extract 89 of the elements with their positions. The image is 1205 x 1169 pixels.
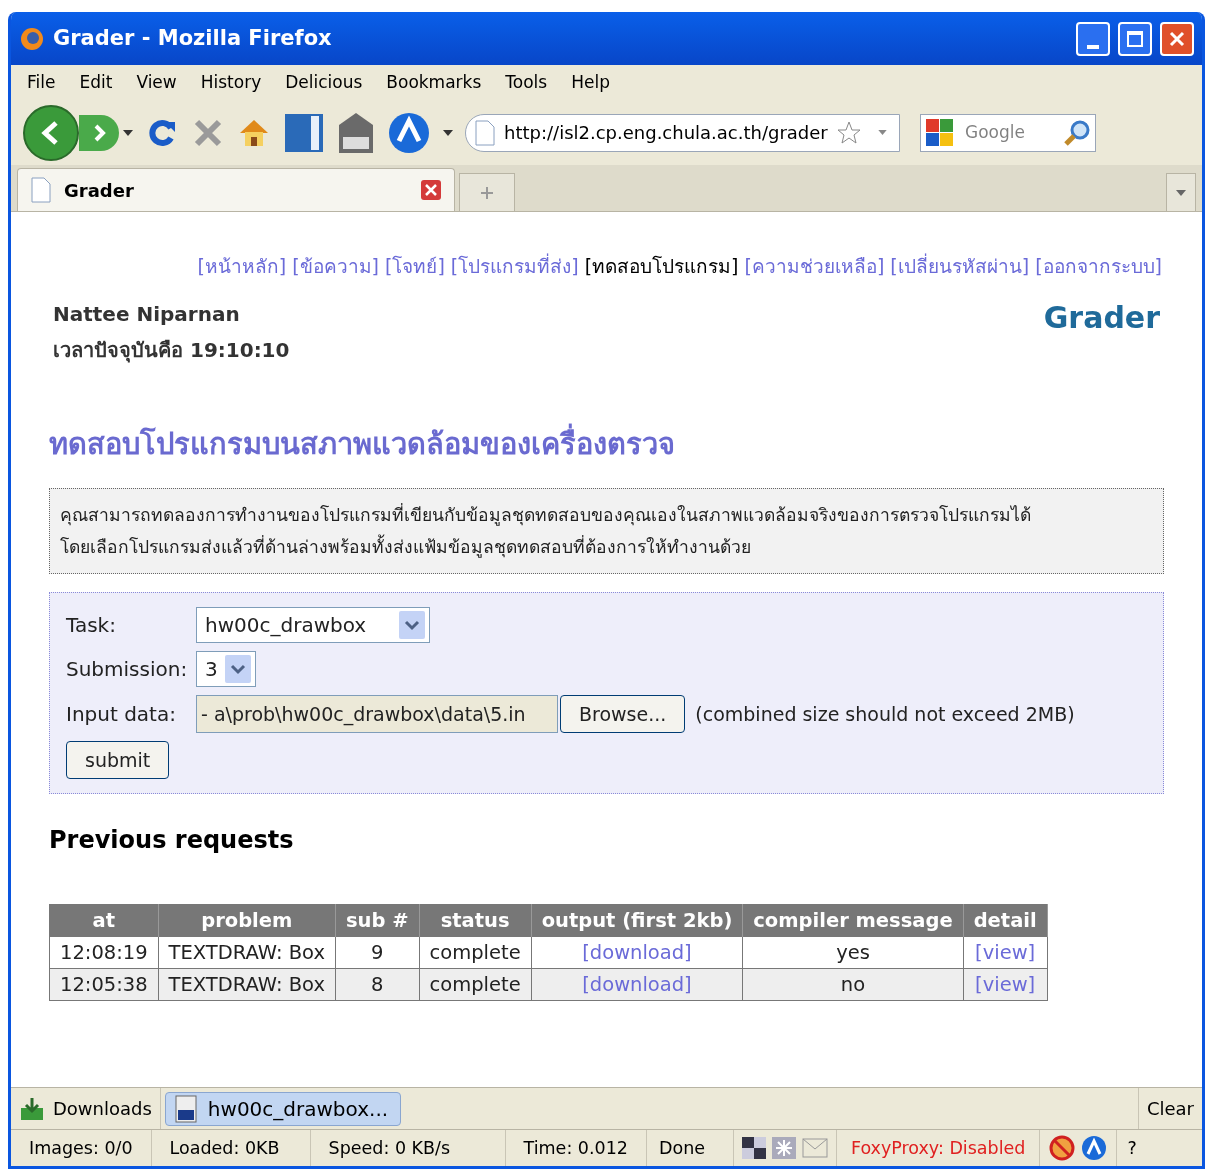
table-cell: complete <box>429 972 521 996</box>
proxy-status[interactable]: FoxyProxy: Disabled <box>836 1134 1040 1162</box>
page-icon <box>474 119 496 146</box>
table-cell: TEXTDRAW: Box <box>168 940 325 964</box>
menu-item[interactable]: History <box>200 69 262 96</box>
file-icon <box>173 1094 200 1123</box>
submission-select[interactable]: 3 <box>196 651 256 687</box>
table-cell: 12:08:19 <box>60 940 148 964</box>
close-icon[interactable] <box>420 179 442 201</box>
star-icon[interactable] <box>835 119 862 146</box>
user-name: Nattee Niparnan <box>53 300 241 328</box>
menu-item[interactable]: View <box>136 69 177 96</box>
field-label: Task: <box>66 612 117 639</box>
current-time: เวลาปัจจุบันคือ 19:10:10 <box>53 336 290 365</box>
status-text: Images: 0/0 <box>28 1136 134 1160</box>
table-cell: complete <box>429 940 521 964</box>
nav-link[interactable]: [ข้อความ] <box>292 252 380 281</box>
download-tray-icon <box>19 1095 45 1122</box>
nav-link[interactable]: [โจทย์] <box>385 252 445 281</box>
search-icon[interactable] <box>1063 118 1091 147</box>
status-text: Loaded: 0KB <box>168 1136 281 1160</box>
close-icon[interactable] <box>1160 21 1194 56</box>
browser-logo-icon <box>19 25 45 52</box>
status-text: Time: 0.012 <box>522 1136 629 1160</box>
nav-link[interactable]: [โปรแกรมที่ส่ง] <box>450 252 579 281</box>
snowflake-icon <box>771 1137 796 1159</box>
table-cell: 12:05:38 <box>60 972 148 996</box>
blocked-icon[interactable] <box>1048 1134 1077 1162</box>
tag-icon[interactable] <box>337 110 375 155</box>
minimize-icon[interactable] <box>1076 21 1110 56</box>
menu-item[interactable]: Bookmarks <box>386 69 482 96</box>
status-text: Done <box>657 1136 706 1160</box>
section-heading: Previous requests <box>49 825 295 856</box>
address-field[interactable]: http://isl2.cp.eng.chula.ac.th/grader <box>465 113 900 152</box>
downloads-button[interactable]: Downloads <box>11 1088 160 1129</box>
mail-icon <box>801 1138 828 1158</box>
page-icon <box>30 177 52 203</box>
file-input-field[interactable]: - a\prob\hw00c_drawbox\data\5.in <box>196 695 558 733</box>
column-header: compiler message <box>742 904 964 937</box>
proxy-logo-icon[interactable] <box>1080 1134 1109 1162</box>
plus-icon <box>480 185 494 200</box>
table-cell: yes <box>836 940 870 964</box>
help-text[interactable]: ? <box>1117 1134 1147 1162</box>
column-header: detail <box>963 904 1048 937</box>
site-title: Grader <box>1043 298 1161 337</box>
field-label: Submission: <box>66 656 189 683</box>
browser-tab[interactable]: Grader <box>17 168 455 211</box>
browse-button[interactable]: Browse... <box>560 695 686 733</box>
menu-item[interactable]: File <box>27 69 56 96</box>
nav-link[interactable]: [ออกจากระบบ] <box>1035 252 1162 281</box>
column-header: status <box>419 904 532 937</box>
menu-item[interactable]: Edit <box>79 69 113 96</box>
size-note: (combined size should not exceed 2MB) <box>695 701 1075 727</box>
nav-link[interactable]: [เปลี่ยนรหัสผ่าน] <box>890 252 1030 281</box>
column-header: at <box>49 904 159 937</box>
task-select[interactable]: hw00c_drawbox <box>196 607 430 643</box>
dropdown-caret-icon[interactable] <box>443 129 453 136</box>
column-header: problem <box>158 904 336 937</box>
dropdown-caret-icon[interactable] <box>123 129 133 136</box>
nav-link[interactable]: [ความช่วยเหลือ] <box>744 252 885 281</box>
menu-item[interactable]: Help <box>571 69 610 96</box>
bookmark-panel-icon[interactable] <box>283 111 325 154</box>
tab-list-button[interactable] <box>1166 173 1196 211</box>
clear-button[interactable]: Clear <box>1138 1088 1202 1129</box>
search-field[interactable]: Google <box>920 113 1096 152</box>
table-cell: no <box>840 972 866 996</box>
field-label: Input data: <box>66 701 177 728</box>
back-button[interactable] <box>23 104 79 161</box>
menu-item[interactable]: Tools <box>505 69 548 96</box>
status-text: Speed: 0 KB/s <box>327 1136 452 1160</box>
maximize-icon[interactable] <box>1118 21 1152 56</box>
column-header: sub # <box>335 904 420 937</box>
notice-text: คุณสามารถทดลองการทำงานของโปรแกรมที่เขียนกับข้อมูลชุดทดสอบของคุณเองในสภาพแวดล้อมจริงของการตรวจโปรแกรมได้ <box>60 502 1032 528</box>
table-cell: TEXTDRAW: Box <box>168 972 325 996</box>
search-input[interactable]: Google <box>965 119 1055 146</box>
download-item[interactable]: hw00c_drawbox... <box>164 1091 401 1126</box>
menu-item[interactable]: Delicious <box>285 69 363 96</box>
grid-icon <box>741 1137 766 1159</box>
table-cell: 8 <box>371 972 384 996</box>
page-heading: ทดสอบโปรแกรมบนสภาพแวดล้อมของเครื่องตรวจ <box>49 422 1164 466</box>
submit-button[interactable]: submit <box>66 741 170 779</box>
table-cell: 9 <box>371 940 384 964</box>
proxy-logo-icon[interactable] <box>387 110 431 155</box>
column-header: output (first 2kb) <box>531 904 743 937</box>
nav-link[interactable]: [หน้าหลัก] <box>197 252 287 281</box>
nav-link[interactable]: [ทดสอบโปรแกรม] <box>584 252 739 281</box>
window-title: Grader - Mozilla Firefox <box>53 24 333 52</box>
notice-text: โดยเลือกโปรแกรมส่งแล้วที่ด้านล่างพร้อมทั้งส่งแฟ้มข้อมูลชุดทดสอบที่ต้องการให้ทำงานด้วย <box>60 531 1153 563</box>
caret-icon <box>1176 189 1186 196</box>
